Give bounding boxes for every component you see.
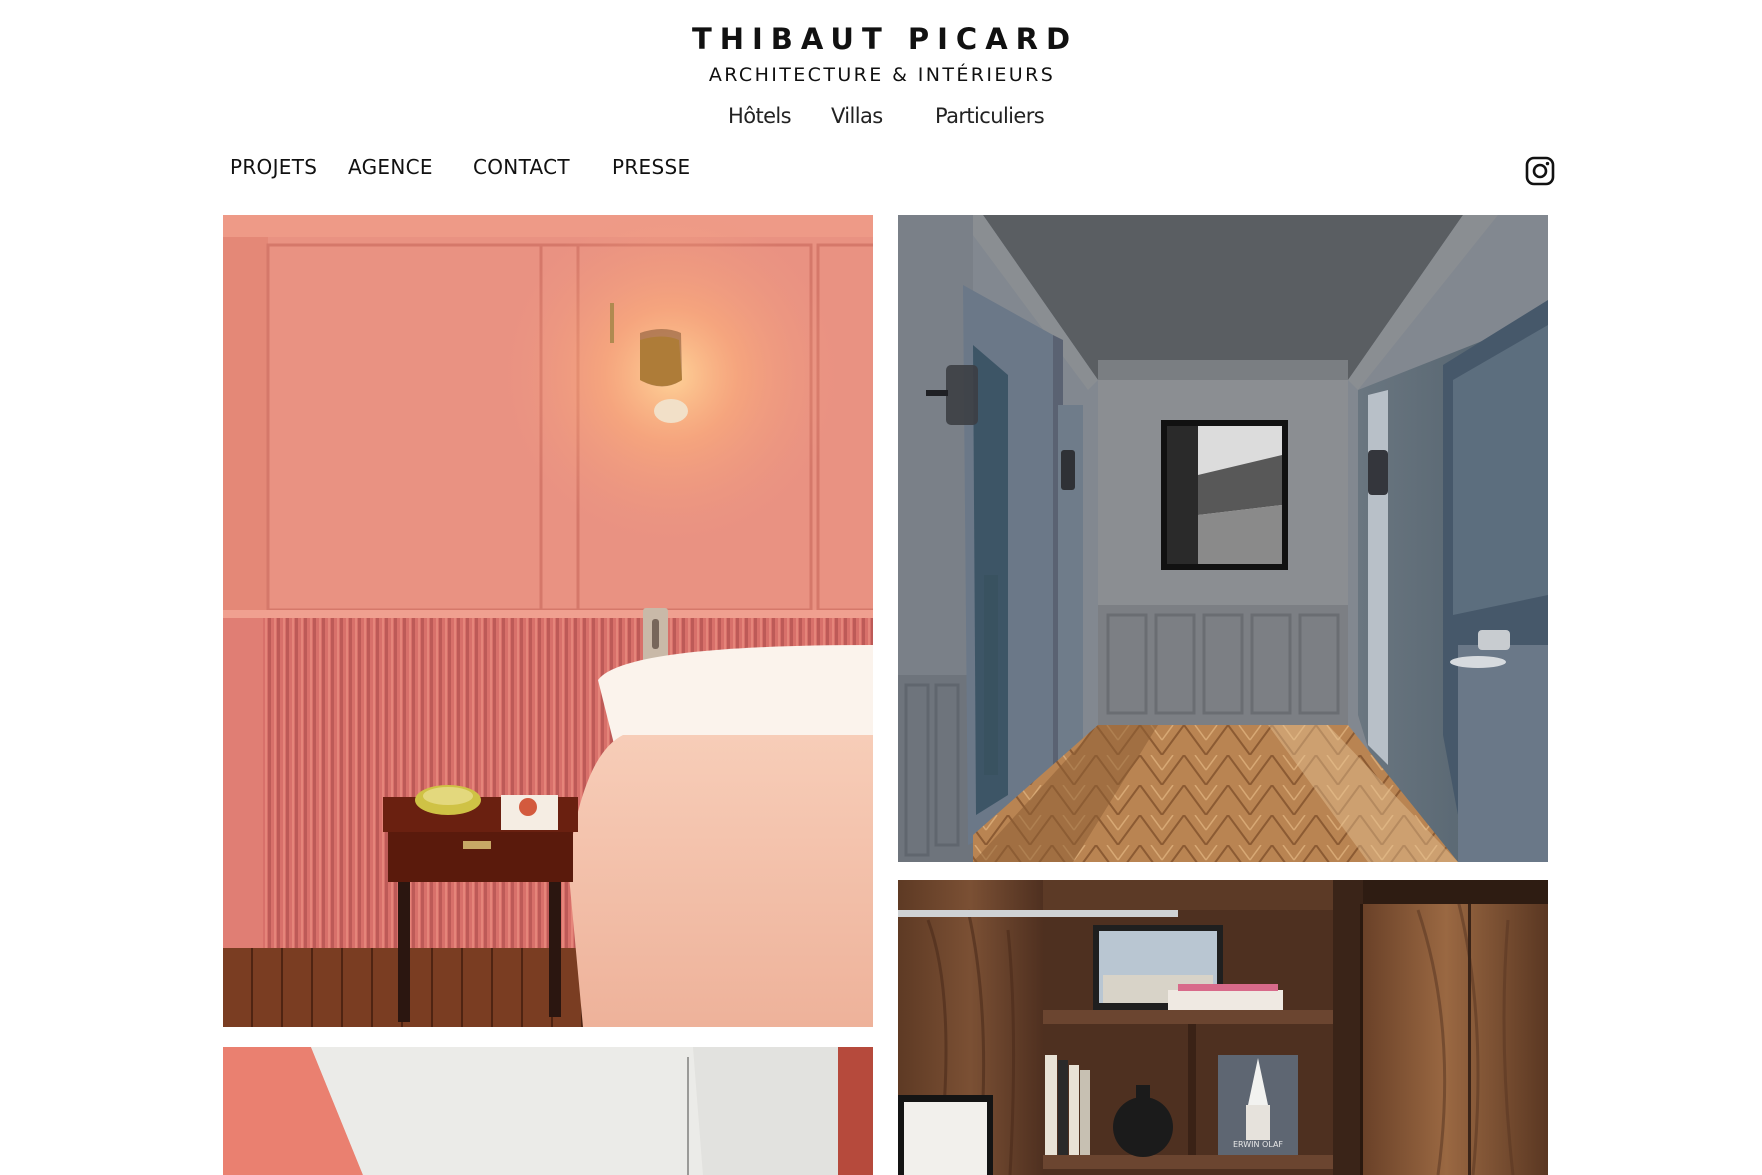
site-subtitle: ARCHITECTURE & INTÉRIEURS	[708, 64, 1056, 86]
project-photo-pink-room[interactable]	[223, 1047, 873, 1175]
category-nav: Hôtels Villas Particuliers	[0, 104, 1762, 134]
instagram-icon[interactable]	[1525, 156, 1555, 186]
nav-link-agence[interactable]: AGENCE	[348, 155, 433, 179]
category-link-hotels[interactable]: Hôtels	[728, 104, 792, 128]
site-title[interactable]: THIBAUT PICARD	[8, 22, 1762, 56]
category-link-particuliers[interactable]: Particuliers	[935, 104, 1045, 128]
book-cover-text: ERWIN OLAF	[1233, 1140, 1283, 1149]
nav-link-contact[interactable]: CONTACT	[473, 155, 570, 179]
nav-link-presse[interactable]: PRESSE	[612, 155, 690, 179]
nav-link-projets[interactable]: PROJETS	[230, 155, 317, 179]
brand-header: THIBAUT PICARD ARCHITECTURE & INTÉRIEURS	[0, 22, 1762, 86]
project-photo-walnut-shelving[interactable]: ERWIN OLAF	[898, 880, 1548, 1175]
project-photo-pink-bedroom[interactable]	[223, 215, 873, 1027]
category-link-villas[interactable]: Villas	[831, 104, 883, 128]
project-photo-grey-hallway[interactable]	[898, 215, 1548, 862]
